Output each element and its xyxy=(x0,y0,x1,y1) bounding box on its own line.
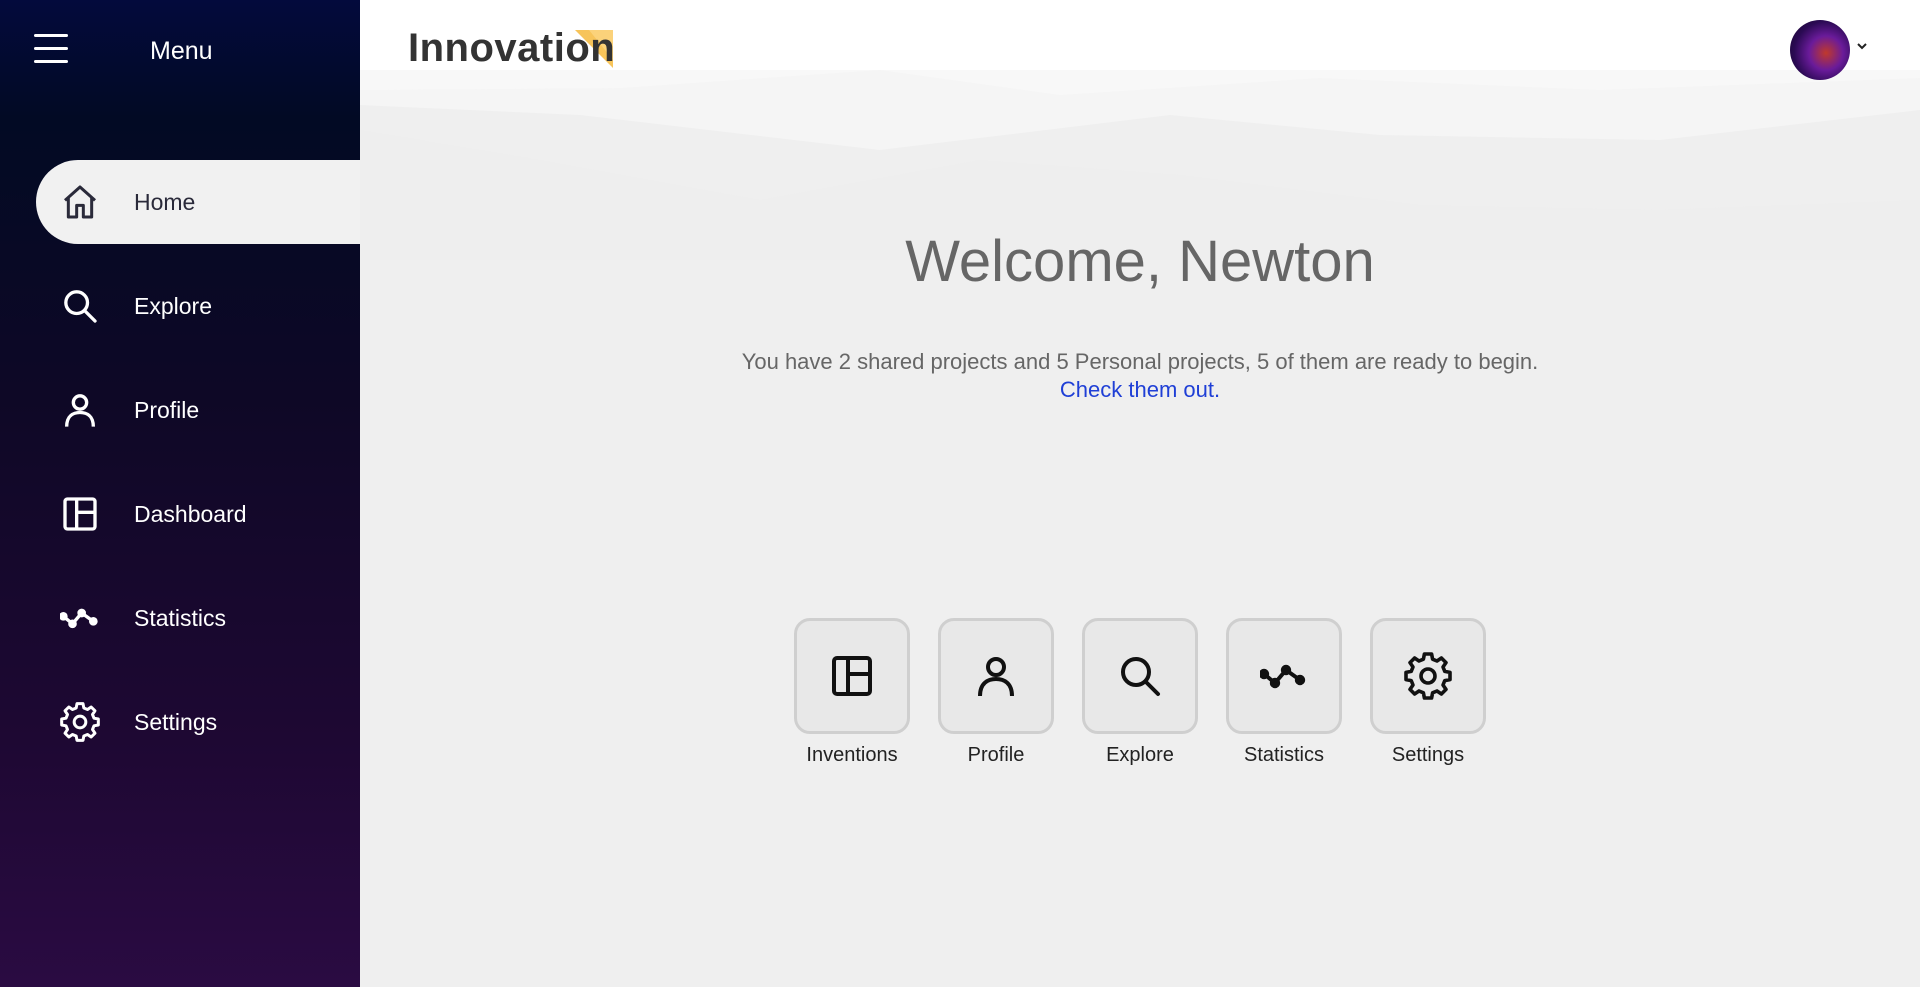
sidebar-item-label: Profile xyxy=(134,396,200,423)
explore-button[interactable] xyxy=(1082,618,1198,734)
tile-label: Statistics xyxy=(1243,744,1325,766)
sidebar-item-label: Explore xyxy=(134,292,212,319)
settings-button[interactable] xyxy=(1370,618,1486,734)
user-icon xyxy=(978,657,1014,697)
tile-settings: Settings xyxy=(1370,618,1486,767)
tile-label: Explore xyxy=(1106,744,1174,766)
sidebar-item-dashboard[interactable]: Dashboard xyxy=(36,472,360,556)
search-icon xyxy=(60,286,100,326)
check-projects-link[interactable]: Check them out. xyxy=(1060,377,1220,402)
sidebar-item-explore[interactable]: Explore xyxy=(36,264,360,348)
profile-button[interactable] xyxy=(938,618,1054,734)
sidebar-item-home[interactable]: Home xyxy=(36,160,360,244)
main-content: Innovation Welcome, Newton You have 2 sh… xyxy=(360,0,1920,987)
sidebar-item-profile[interactable]: Profile xyxy=(36,368,360,452)
sidebar-item-label: Dashboard xyxy=(134,500,247,527)
chevron-down-icon[interactable] xyxy=(1854,38,1870,54)
tile-label: Inventions xyxy=(806,744,898,766)
tile-label: Profile xyxy=(967,744,1025,766)
gear-icon xyxy=(60,702,100,742)
hamburger-menu-icon[interactable] xyxy=(34,34,68,66)
search-icon xyxy=(1121,657,1160,696)
dashboard-icon xyxy=(60,494,100,534)
sidebar-item-label: Settings xyxy=(134,708,218,735)
menu-title: Menu xyxy=(150,37,213,65)
stats-icon xyxy=(60,598,100,638)
tile-explore: Explore xyxy=(1082,618,1198,767)
summary-text: You have 2 shared projects and 5 Persona… xyxy=(741,349,1539,374)
dashboard-icon xyxy=(832,656,872,696)
home-icon xyxy=(60,182,100,222)
tile-statistics: Statistics xyxy=(1226,618,1342,767)
tile-label: Settings xyxy=(1391,744,1465,766)
top-bar: Innovation xyxy=(360,0,1920,90)
sidebar-item-statistics[interactable]: Statistics xyxy=(36,576,360,660)
tile-profile: Profile xyxy=(938,618,1054,767)
sidebar: Menu Home Explore Profile Dashboard Stat… xyxy=(0,0,360,987)
avatar[interactable] xyxy=(1790,20,1850,80)
logo[interactable]: Innovation xyxy=(408,26,615,71)
user-icon xyxy=(60,390,100,430)
sidebar-item-label: Home xyxy=(134,188,196,215)
tile-inventions: Inventions xyxy=(794,618,910,767)
project-summary: You have 2 shared projects and 5 Persona… xyxy=(360,348,1920,404)
page-title: Welcome, Newton xyxy=(905,229,1375,294)
quick-access-tiles: Inventions Profile Explore Statistics Se… xyxy=(794,618,1514,767)
stats-icon xyxy=(1260,664,1306,689)
sidebar-header: Menu xyxy=(0,0,360,160)
sidebar-item-label: Statistics xyxy=(134,604,227,631)
inventions-button[interactable] xyxy=(794,618,910,734)
gear-icon xyxy=(1404,652,1452,700)
sidebar-nav: Home Explore Profile Dashboard Statistic… xyxy=(36,160,360,784)
sidebar-item-settings[interactable]: Settings xyxy=(36,680,360,764)
statistics-button[interactable] xyxy=(1226,618,1342,734)
